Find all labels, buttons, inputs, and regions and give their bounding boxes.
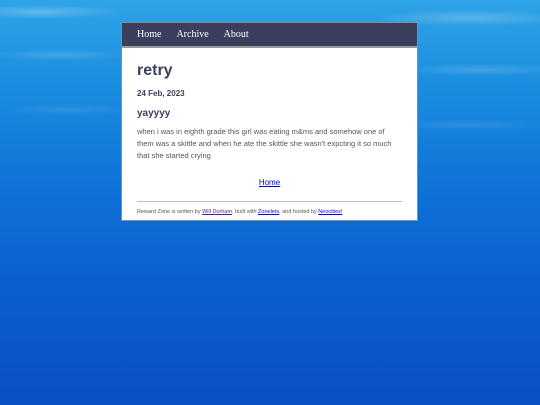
top-nav: Home Archive About [122, 23, 417, 48]
footer-prefix: Reward Zone is written by [137, 209, 203, 215]
footer: Reward Zone is written by Will Durham, b… [137, 209, 402, 215]
footer-mid2: , and hosted by [279, 209, 319, 215]
home-link-wrap: Home [137, 172, 402, 190]
nav-about-link[interactable]: About [224, 29, 249, 40]
post-body: when i was in eighth grade this girl was… [137, 127, 392, 160]
home-link[interactable]: Home [259, 178, 280, 187]
zonelets-link[interactable]: Zonelets [258, 209, 279, 215]
footer-divider [137, 201, 402, 202]
post-content: retry 24 Feb, 2023 yayyyy when i was in … [122, 62, 417, 215]
nav-home-link[interactable]: Home [137, 29, 161, 40]
page-container: Home Archive About retry 24 Feb, 2023 ya… [121, 22, 418, 221]
author-link[interactable]: Will Durham [202, 209, 232, 215]
nav-archive-link[interactable]: Archive [176, 29, 208, 40]
footer-mid: , built with [232, 209, 259, 215]
post-date: 24 Feb, 2023 [137, 89, 185, 98]
post-title: retry [137, 62, 173, 79]
neocities-link[interactable]: Neocities! [318, 209, 342, 215]
post-subtitle: yayyyy [137, 108, 171, 119]
